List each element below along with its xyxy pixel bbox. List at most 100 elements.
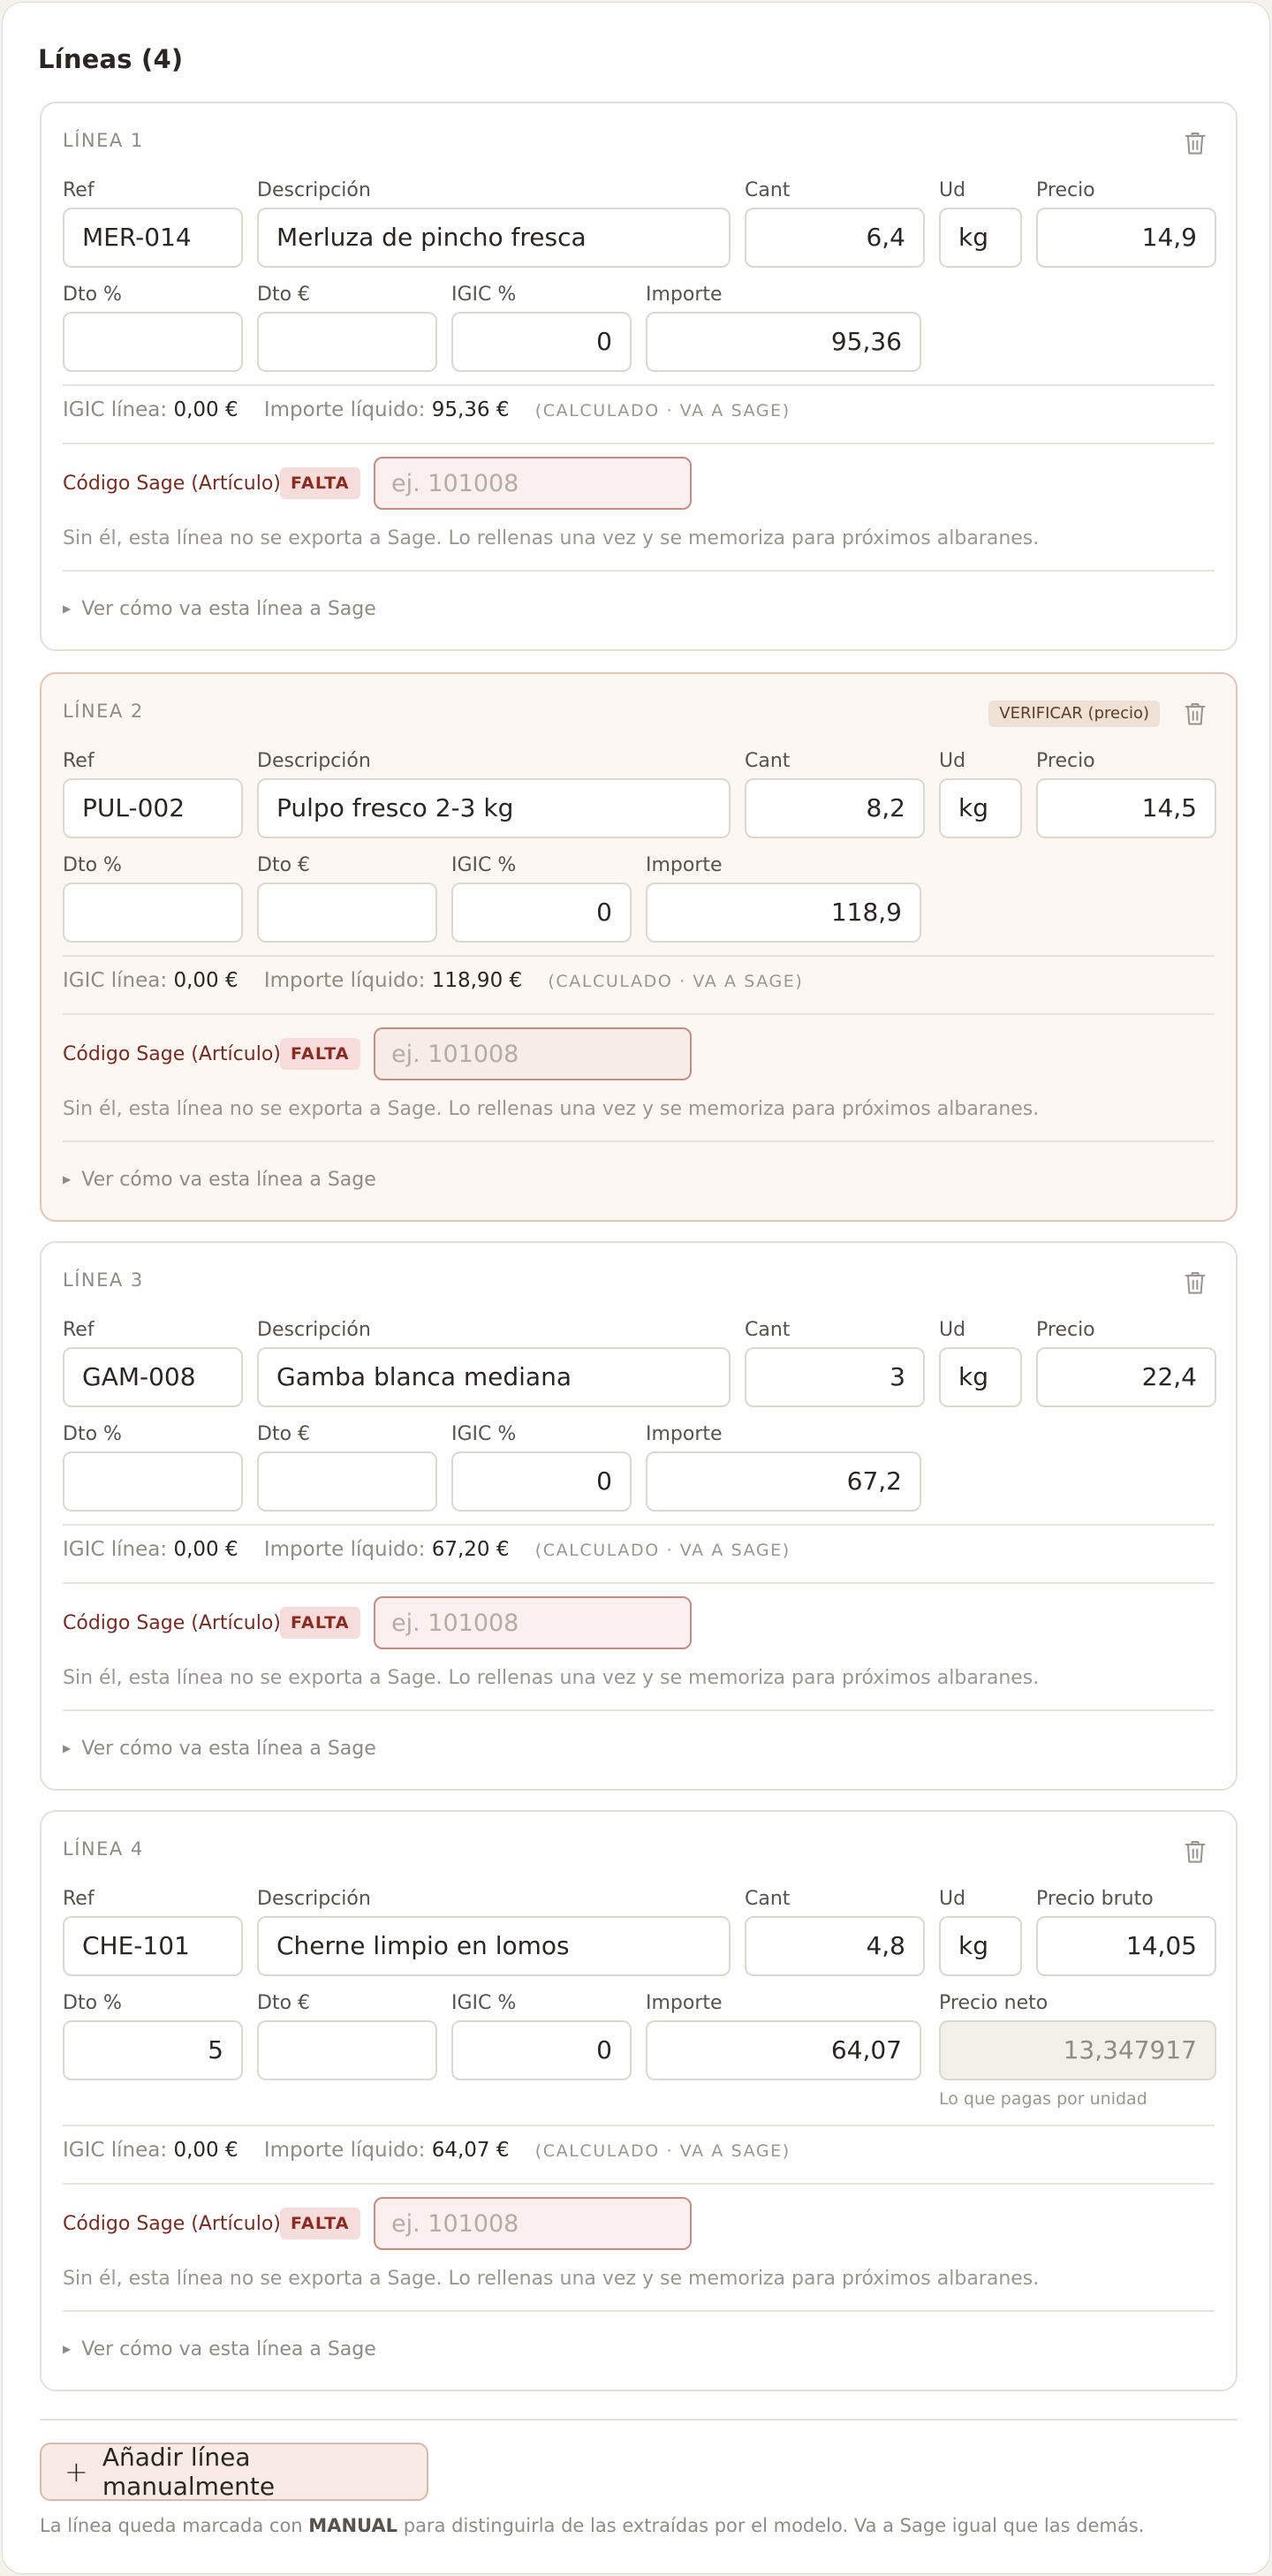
price-field[interactable]: 14,5: [1036, 778, 1216, 838]
quantity-label: Cant: [745, 179, 791, 201]
discount-pct-field[interactable]: [63, 883, 243, 943]
divider: [63, 1582, 1215, 1584]
divider: [40, 2419, 1238, 2421]
unit-field[interactable]: kg: [939, 208, 1022, 268]
add-line-button[interactable]: + Añadir línea manualmente: [40, 2443, 428, 2501]
amount-label: Importe: [646, 854, 723, 876]
sage-code-input[interactable]: [374, 457, 692, 510]
sage-preview-toggle[interactable]: ▶ Ver cómo va esta línea a Sage: [63, 1169, 376, 1191]
sage-preview-toggle[interactable]: ▶ Ver cómo va esta línea a Sage: [63, 1738, 376, 1760]
sage-preview-label: Ver cómo va esta línea a Sage: [81, 1169, 376, 1191]
quantity-label: Cant: [745, 750, 791, 772]
net-price-hint: Lo que pagas por unidad: [939, 2089, 1147, 2109]
quantity-field[interactable]: 8,2: [745, 778, 925, 838]
sage-preview-label: Ver cómo va esta línea a Sage: [81, 598, 376, 620]
note-text: La línea queda marcada con: [40, 2515, 309, 2536]
amount-field[interactable]: 95,36: [646, 312, 921, 372]
igic-pct-label: IGIC %: [451, 1992, 517, 2014]
note-text: para distinguirla de las extraídas por e…: [398, 2515, 1145, 2536]
trash-icon[interactable]: [1183, 1838, 1208, 1865]
trash-icon[interactable]: [1183, 1269, 1208, 1296]
unit-field[interactable]: kg: [939, 1916, 1022, 1976]
discount-eur-field[interactable]: [257, 1451, 437, 1512]
discount-pct-label: Dto %: [63, 854, 122, 876]
sage-code-input[interactable]: [374, 1027, 692, 1080]
sage-note: Sin él, esta línea no se exporta a Sage.…: [63, 1667, 1040, 1689]
triangle-right-icon: ▶: [63, 1742, 72, 1754]
igic-pct-field[interactable]: 0: [451, 2020, 632, 2080]
quantity-field[interactable]: 4,8: [745, 1916, 925, 1976]
igic-line-label: IGIC línea:: [63, 2139, 168, 2162]
price-field[interactable]: 14,9: [1036, 208, 1216, 268]
gross-price-label: Precio bruto: [1036, 1888, 1154, 1910]
discount-pct-label: Dto %: [63, 1423, 122, 1445]
discount-eur-label: Dto €: [257, 284, 311, 306]
line-label: LÍNEA 2: [63, 701, 144, 722]
discount-pct-field[interactable]: 5: [63, 2020, 243, 2080]
price-label: Precio: [1036, 179, 1095, 201]
sage-note: Sin él, esta línea no se exporta a Sage.…: [63, 2268, 1040, 2290]
sage-preview-toggle[interactable]: ▶ Ver cómo va esta línea a Sage: [63, 2338, 376, 2360]
gross-price-field[interactable]: 14,05: [1036, 1916, 1216, 1976]
description-label: Descripción: [257, 750, 371, 772]
ref-field[interactable]: CHE-101: [63, 1916, 243, 1976]
manual-line-note: La línea queda marcada con MANUAL para d…: [40, 2515, 1144, 2536]
line-card-1: LÍNEA 1 Ref Descripción Cant Ud Precio M…: [40, 102, 1238, 651]
igic-pct-field[interactable]: 0: [451, 312, 632, 372]
sage-code-label: Código Sage (Artículo): [63, 1612, 281, 1634]
line-label: LÍNEA 4: [63, 1838, 144, 1860]
igic-pct-label: IGIC %: [451, 1423, 517, 1445]
ref-field[interactable]: MER-014: [63, 208, 243, 268]
unit-field[interactable]: kg: [939, 778, 1022, 838]
net-price-field: 13,347917: [939, 2020, 1216, 2080]
amount-field[interactable]: 64,07: [646, 2020, 921, 2080]
description-field[interactable]: Pulpo fresco 2-3 kg: [257, 778, 731, 838]
sage-note: Sin él, esta línea no se exporta a Sage.…: [63, 1098, 1040, 1120]
discount-pct-field[interactable]: [63, 1451, 243, 1512]
sage-preview-label: Ver cómo va esta línea a Sage: [81, 2338, 376, 2360]
divider: [63, 1013, 1215, 1015]
sage-code-input[interactable]: [374, 1596, 692, 1649]
description-label: Descripción: [257, 1319, 371, 1341]
discount-eur-field[interactable]: [257, 883, 437, 943]
price-label: Precio: [1036, 1319, 1095, 1341]
description-field[interactable]: Merluza de pincho fresca: [257, 208, 731, 268]
igic-pct-field[interactable]: 0: [451, 1451, 632, 1512]
section-title: Líneas (4): [38, 44, 184, 74]
amount-field[interactable]: 118,9: [646, 883, 921, 943]
ref-field[interactable]: GAM-008: [63, 1347, 243, 1407]
amount-field[interactable]: 67,2: [646, 1451, 921, 1512]
ref-field[interactable]: PUL-002: [63, 778, 243, 838]
sage-preview-toggle[interactable]: ▶ Ver cómo va esta línea a Sage: [63, 598, 376, 620]
trash-icon[interactable]: [1183, 130, 1208, 156]
igic-pct-label: IGIC %: [451, 284, 517, 306]
triangle-right-icon: ▶: [63, 2343, 72, 2355]
description-field[interactable]: Cherne limpio en lomos: [257, 1916, 731, 1976]
quantity-label: Cant: [745, 1888, 791, 1910]
discount-pct-label: Dto %: [63, 284, 122, 306]
line-summary: IGIC línea: 0,00 € Importe líquido: 64,0…: [63, 2139, 791, 2162]
calculated-note: (CALCULADO · VA A SAGE): [534, 2141, 791, 2161]
sage-code-input[interactable]: [374, 2197, 692, 2250]
trash-icon[interactable]: [1183, 701, 1208, 727]
unit-field[interactable]: kg: [939, 1347, 1022, 1407]
ref-label: Ref: [63, 750, 95, 772]
ref-label: Ref: [63, 1319, 95, 1341]
calculated-note: (CALCULADO · VA A SAGE): [534, 1541, 791, 1560]
discount-eur-field[interactable]: [257, 2020, 437, 2080]
discount-eur-field[interactable]: [257, 312, 437, 372]
discount-pct-field[interactable]: [63, 312, 243, 372]
quantity-field[interactable]: 3: [745, 1347, 925, 1407]
igic-pct-label: IGIC %: [451, 854, 517, 876]
triangle-right-icon: ▶: [63, 602, 72, 615]
price-field[interactable]: 22,4: [1036, 1347, 1216, 1407]
quantity-field[interactable]: 6,4: [745, 208, 925, 268]
description-field[interactable]: Gamba blanca mediana: [257, 1347, 731, 1407]
igic-pct-field[interactable]: 0: [451, 883, 632, 943]
amount-label: Importe: [646, 1992, 723, 2014]
quantity-label: Cant: [745, 1319, 791, 1341]
description-label: Descripción: [257, 179, 371, 201]
discount-eur-label: Dto €: [257, 1423, 311, 1445]
igic-line-value: 0,00 €: [173, 398, 238, 421]
line-card-4: LÍNEA 4 Ref Descripción Cant Ud Precio b…: [40, 1810, 1238, 2391]
